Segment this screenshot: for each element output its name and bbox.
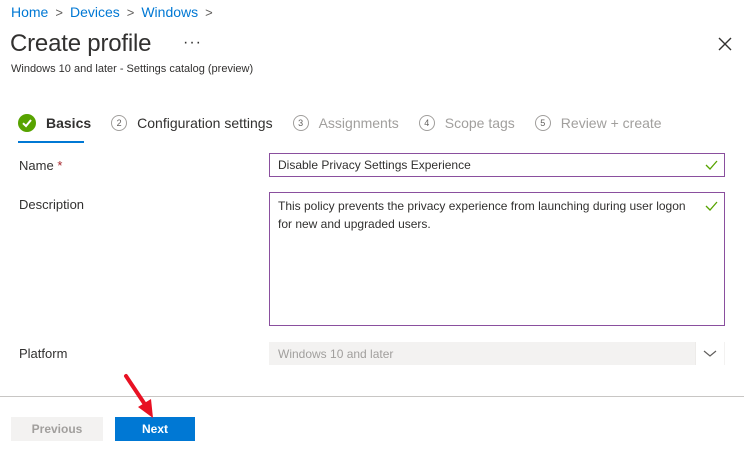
breadcrumb-devices[interactable]: Devices bbox=[70, 4, 120, 20]
step-scope-tags[interactable]: 4 Scope tags bbox=[418, 115, 515, 131]
step-label: Assignments bbox=[318, 115, 399, 131]
step-number-icon: 5 bbox=[534, 115, 551, 131]
description-field-value: This policy prevents the privacy experie… bbox=[278, 199, 686, 231]
chevron-right-icon: > bbox=[55, 4, 63, 20]
page-title: Create profile bbox=[10, 30, 152, 57]
footer-divider bbox=[0, 396, 744, 397]
active-step-indicator bbox=[18, 141, 84, 143]
step-configuration-settings[interactable]: 2 Configuration settings bbox=[111, 115, 273, 131]
name-field-value: Disable Privacy Settings Experience bbox=[278, 158, 471, 172]
platform-select-value: Windows 10 and later bbox=[278, 347, 394, 361]
chevron-down-icon bbox=[695, 342, 724, 365]
step-number-icon: 3 bbox=[292, 115, 309, 131]
close-icon[interactable] bbox=[716, 35, 734, 53]
next-button[interactable]: Next bbox=[115, 417, 195, 441]
name-label: Name * bbox=[19, 158, 62, 173]
description-field[interactable]: This policy prevents the privacy experie… bbox=[269, 192, 725, 326]
step-label: Scope tags bbox=[444, 115, 515, 131]
step-basics[interactable]: Basics bbox=[18, 114, 91, 132]
required-marker: * bbox=[57, 158, 63, 173]
platform-select[interactable]: Windows 10 and later bbox=[269, 342, 725, 365]
name-field[interactable]: Disable Privacy Settings Experience bbox=[269, 153, 725, 177]
description-label: Description bbox=[19, 197, 85, 212]
checkmark-icon bbox=[705, 160, 718, 170]
breadcrumb-windows[interactable]: Windows bbox=[141, 4, 198, 20]
breadcrumb-home[interactable]: Home bbox=[11, 4, 48, 20]
chevron-right-icon: > bbox=[205, 4, 213, 20]
previous-button[interactable]: Previous bbox=[11, 417, 103, 441]
page-subtitle: Windows 10 and later - Settings catalog … bbox=[11, 63, 254, 75]
annotation-arrow-icon bbox=[124, 374, 153, 418]
step-number-icon: 2 bbox=[111, 115, 128, 131]
chevron-right-icon: > bbox=[126, 4, 135, 20]
checkmark-circle-icon bbox=[18, 114, 36, 132]
step-number-icon: 4 bbox=[418, 115, 435, 131]
step-label: Basics bbox=[46, 115, 92, 131]
wizard-steps: Basics 2 Configuration settings 3 Assign… bbox=[18, 114, 682, 132]
step-assignments[interactable]: 3 Assignments bbox=[292, 115, 399, 131]
checkmark-icon bbox=[705, 201, 718, 211]
more-options-button[interactable]: ··· bbox=[183, 34, 202, 52]
name-label-text: Name bbox=[19, 158, 54, 173]
step-label: Review + create bbox=[560, 115, 662, 131]
breadcrumb: Home > Devices > Windows > bbox=[11, 4, 220, 20]
step-review-create[interactable]: 5 Review + create bbox=[534, 115, 662, 131]
step-label: Configuration settings bbox=[137, 115, 273, 131]
platform-label: Platform bbox=[19, 346, 68, 361]
